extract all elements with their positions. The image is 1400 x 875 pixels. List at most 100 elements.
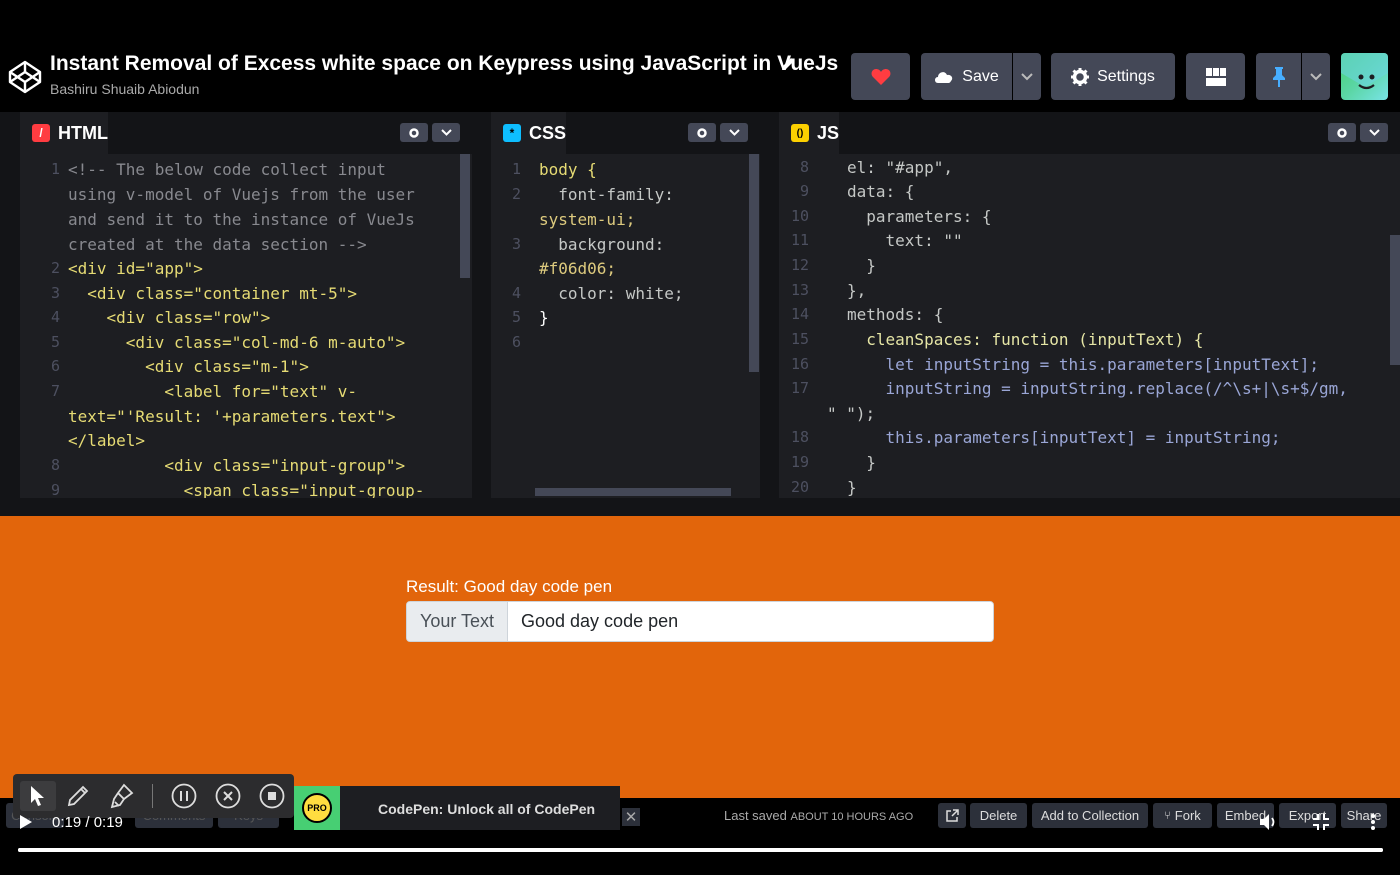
tab-js[interactable]: () JS [779, 112, 840, 154]
code-line: background: [539, 235, 665, 254]
line-number: 7 [50, 382, 60, 400]
share-button[interactable]: Share [1341, 803, 1387, 828]
cloud-icon [935, 72, 953, 83]
code-line: <div id="app"> [68, 259, 203, 278]
more-options-icon[interactable] [1370, 813, 1376, 831]
highlighter-tool[interactable] [107, 781, 137, 811]
html-editor-pane[interactable]: / HTML 1 <!-- The below code collect inp… [20, 112, 472, 498]
code-line: <div class="m-1"> [68, 357, 309, 376]
line-number: 10 [790, 207, 809, 225]
settings-label: Settings [1097, 67, 1155, 85]
line-number: 13 [790, 281, 809, 299]
video-time: 0:19 / 0:19 [52, 814, 123, 831]
gear-icon[interactable] [1328, 123, 1356, 142]
line-number: 18 [790, 428, 809, 446]
chevron-down-icon[interactable] [720, 123, 748, 142]
save-button[interactable]: Save [921, 53, 1012, 100]
settings-button[interactable]: Settings [1051, 53, 1175, 100]
codepen-logo-icon[interactable] [8, 60, 42, 94]
save-options-button[interactable] [1013, 53, 1041, 100]
fullscreen-exit-icon[interactable] [1312, 813, 1330, 831]
chevron-down-icon [1021, 72, 1033, 80]
html-pane-controls [400, 123, 460, 142]
js-code[interactable]: 8 el: "#app", 9 data: { 10 parameters: {… [779, 154, 1400, 498]
layout-button[interactable] [1186, 53, 1245, 100]
css-h-scrollbar[interactable] [535, 488, 731, 496]
css-icon: * [503, 124, 521, 142]
css-code[interactable]: 1 body { 2 font-family: system-ui; 3 bac… [491, 154, 760, 498]
chevron-down-icon[interactable] [1360, 123, 1388, 142]
resize-divider[interactable] [0, 498, 1400, 516]
code-line: </label> [68, 431, 146, 450]
last-saved: Last saved ABOUT 10 HOURS AGO [724, 808, 913, 823]
chevron-down-icon[interactable] [432, 123, 460, 142]
line-number: 3 [50, 284, 60, 302]
css-scrollbar[interactable] [749, 154, 759, 372]
code-line: body { [539, 160, 597, 179]
save-label: Save [962, 67, 999, 85]
code-line: and send it to the instance of VueJs [68, 210, 415, 229]
fork-button[interactable]: ⑂ Fork [1153, 803, 1212, 828]
close-icon[interactable]: ✕ [622, 808, 640, 826]
code-line: inputString = inputString.replace(/^\s+|… [847, 379, 1348, 398]
line-number: 5 [50, 333, 60, 351]
js-scrollbar[interactable] [1390, 235, 1400, 365]
code-line: cleanSpaces: function (inputText) { [847, 330, 1204, 349]
gear-icon[interactable] [688, 123, 716, 142]
video-progress-bar[interactable] [18, 848, 1383, 852]
pointer-tool[interactable] [20, 781, 56, 811]
line-number: 3 [511, 235, 521, 253]
line-number: 17 [790, 379, 809, 397]
play-icon[interactable] [19, 814, 33, 830]
pen-tool[interactable] [63, 781, 93, 811]
pause-recording-button[interactable] [169, 781, 199, 811]
last-saved-prefix: Last saved [724, 808, 787, 823]
js-icon: () [791, 124, 809, 142]
add-to-collection-button[interactable]: Add to Collection [1032, 803, 1148, 828]
result-label: Result: Good day code pen [406, 577, 613, 596]
html-scrollbar[interactable] [460, 154, 470, 278]
code-line: font-family: [539, 185, 674, 204]
volume-icon[interactable] [1259, 813, 1279, 831]
text-input[interactable] [509, 602, 993, 641]
cancel-recording-button[interactable] [213, 781, 243, 811]
code-line: created at the data section --> [68, 235, 367, 254]
line-number: 1 [511, 160, 521, 178]
edit-pencil-icon[interactable] [780, 56, 796, 72]
pen-title[interactable]: Instant Removal of Excess white space on… [50, 52, 838, 76]
code-line: <div class="col-md-6 m-auto"> [68, 333, 406, 352]
code-line: <div class="container mt-5"> [68, 284, 357, 303]
code-line: color: white; [539, 284, 684, 303]
js-pane-header [779, 112, 1400, 154]
line-number: 8 [799, 158, 809, 176]
line-number: 2 [50, 259, 60, 277]
open-external-button[interactable] [938, 803, 966, 828]
user-avatar[interactable] [1341, 53, 1388, 100]
brush-icon [110, 783, 134, 809]
code-line: el: "#app", [847, 158, 953, 177]
code-line: } [847, 478, 857, 497]
pin-options-button[interactable] [1302, 53, 1330, 100]
code-line: <label for="text" v- [68, 382, 357, 401]
stop-recording-button[interactable] [257, 781, 287, 811]
promo-text[interactable]: CodePen: Unlock all of CodePen [378, 801, 595, 817]
line-number: 20 [790, 478, 809, 496]
close-circle-icon [215, 783, 241, 809]
tab-css[interactable]: * CSS [491, 112, 567, 154]
like-button[interactable] [851, 53, 910, 100]
js-editor-pane[interactable]: () JS 8 el: "#app", 9 data: { 10 paramet… [779, 112, 1400, 498]
gear-icon[interactable] [400, 123, 428, 142]
code-line: let inputString = this.parameters[inputT… [847, 355, 1320, 374]
pro-badge-text: PRO [302, 793, 332, 823]
tab-html[interactable]: / HTML [20, 112, 108, 154]
code-line: parameters: { [847, 207, 992, 226]
delete-button[interactable]: Delete [970, 803, 1027, 828]
editor-area: / HTML 1 <!-- The below code collect inp… [0, 112, 1400, 498]
pin-button[interactable] [1256, 53, 1301, 100]
line-number: 12 [790, 256, 809, 274]
line-number: 6 [50, 357, 60, 375]
code-line: system-ui; [539, 210, 636, 229]
html-code[interactable]: 1 <!-- The below code collect input usin… [20, 154, 472, 498]
pen-author[interactable]: Bashiru Shuaib Abiodun [50, 81, 199, 97]
css-editor-pane[interactable]: * CSS 1 body { 2 font-family: system-ui;… [491, 112, 760, 498]
